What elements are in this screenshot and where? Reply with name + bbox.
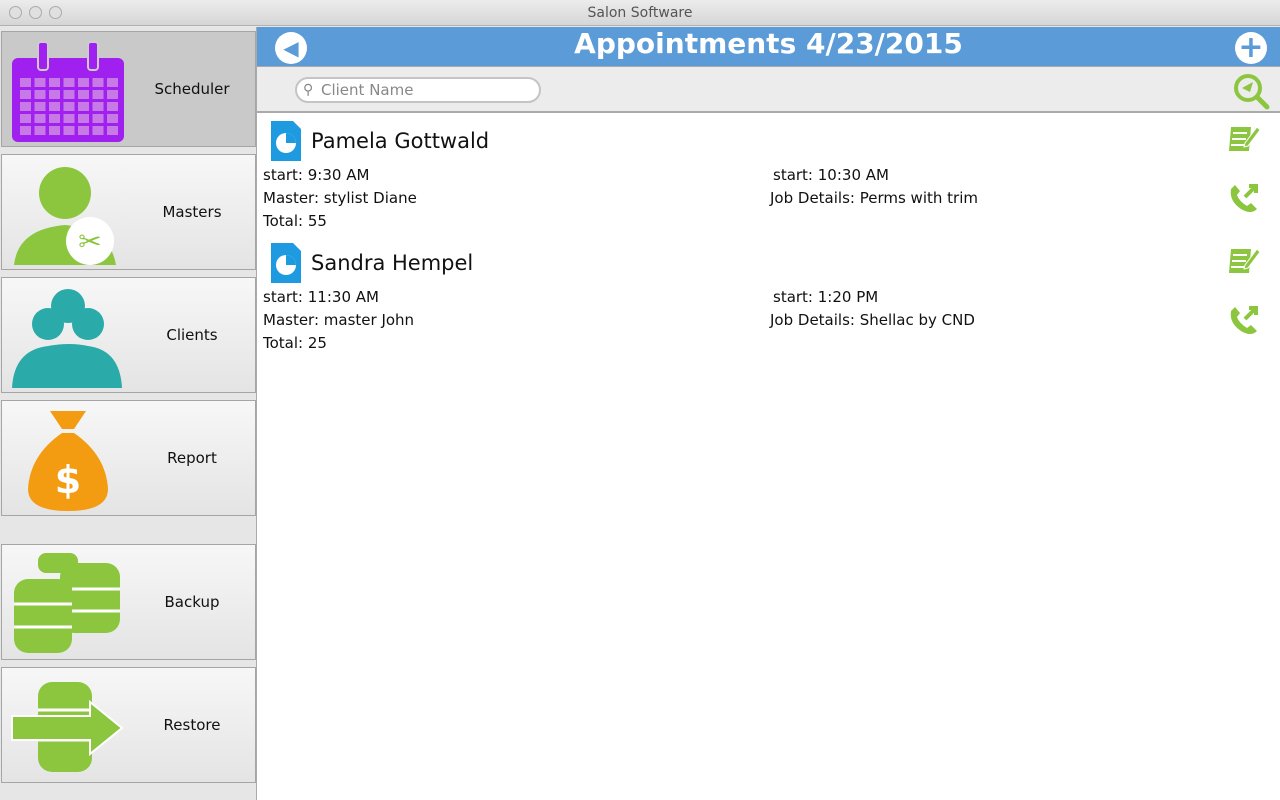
- appointment-item[interactable]: Pamela Gottwald start: 9:30 AM start: 10…: [257, 113, 1280, 233]
- database-backup-icon: [14, 553, 120, 653]
- sidebar-item-restore[interactable]: Restore: [1, 667, 256, 783]
- client-name[interactable]: Sandra Hempel: [311, 251, 473, 275]
- call-client-button[interactable]: [1227, 181, 1261, 215]
- search-placeholder: Client Name: [321, 81, 414, 99]
- sidebar: Scheduler ✂ Masters Clients $ Report Bac…: [0, 27, 257, 800]
- client-name-search-input[interactable]: ⚲ Client Name: [295, 77, 541, 103]
- total-amount: Total: 25: [263, 334, 327, 352]
- master-name: Master: stylist Diane: [263, 189, 417, 207]
- svg-text:$: $: [55, 458, 81, 502]
- end-time: start: 1:20 PM: [773, 288, 879, 306]
- sidebar-item-clients[interactable]: Clients: [1, 277, 256, 393]
- appointments-list: Pamela Gottwald start: 9:30 AM start: 10…: [257, 113, 1280, 800]
- zoom-window-button[interactable]: [49, 6, 62, 19]
- clients-icon: [12, 289, 122, 388]
- job-details: Job Details: Shellac by CND: [770, 311, 975, 329]
- header-bar: ◀ Appointments 4/23/2015 +: [257, 27, 1280, 66]
- job-details: Job Details: Perms with trim: [770, 189, 978, 207]
- end-time: start: 10:30 AM: [773, 166, 889, 184]
- stylist-scissors-icon: ✂: [14, 167, 116, 265]
- start-time: start: 11:30 AM: [263, 288, 379, 306]
- sidebar-item-label: Clients: [166, 326, 218, 344]
- database-restore-icon: [11, 682, 124, 772]
- calendar-icon: [12, 41, 124, 142]
- sidebar-item-masters[interactable]: ✂ Masters: [1, 154, 256, 270]
- add-appointment-button[interactable]: +: [1235, 32, 1267, 64]
- sidebar-item-label: Scheduler: [154, 80, 230, 98]
- svg-text:✂: ✂: [78, 225, 101, 258]
- sidebar-item-label: Masters: [162, 203, 222, 221]
- sidebar-item-label: Backup: [164, 593, 220, 611]
- sidebar-item-report[interactable]: $ Report: [1, 400, 256, 516]
- close-window-button[interactable]: [9, 6, 22, 19]
- plus-icon: +: [1238, 30, 1264, 65]
- window-title: Salon Software: [587, 5, 693, 21]
- client-name[interactable]: Pamela Gottwald: [311, 129, 489, 153]
- search-icon: ⚲: [303, 82, 314, 98]
- money-bag-icon: $: [28, 411, 108, 511]
- edit-note-button[interactable]: [1227, 243, 1261, 277]
- sidebar-item-scheduler[interactable]: Scheduler: [1, 31, 256, 147]
- appointment-item[interactable]: Sandra Hempel start: 11:30 AM start: 1:2…: [257, 235, 1280, 355]
- minimize-window-button[interactable]: [29, 6, 42, 19]
- search-bar: ⚲ Client Name: [257, 66, 1280, 113]
- appointment-document-icon: [271, 121, 301, 161]
- sidebar-item-label: Restore: [163, 716, 221, 734]
- master-name: Master: master John: [263, 311, 415, 329]
- appointment-document-icon: [271, 243, 301, 283]
- call-client-button[interactable]: [1227, 303, 1261, 337]
- title-bar: Salon Software: [0, 0, 1280, 26]
- edit-note-button[interactable]: [1227, 121, 1261, 155]
- total-amount: Total: 55: [263, 212, 327, 230]
- start-time: start: 9:30 AM: [263, 166, 370, 184]
- sidebar-item-label: Report: [167, 449, 217, 467]
- search-go-button[interactable]: [1232, 72, 1270, 110]
- page-title: Appointments 4/23/2015: [574, 27, 963, 60]
- sidebar-item-backup[interactable]: Backup: [1, 544, 256, 660]
